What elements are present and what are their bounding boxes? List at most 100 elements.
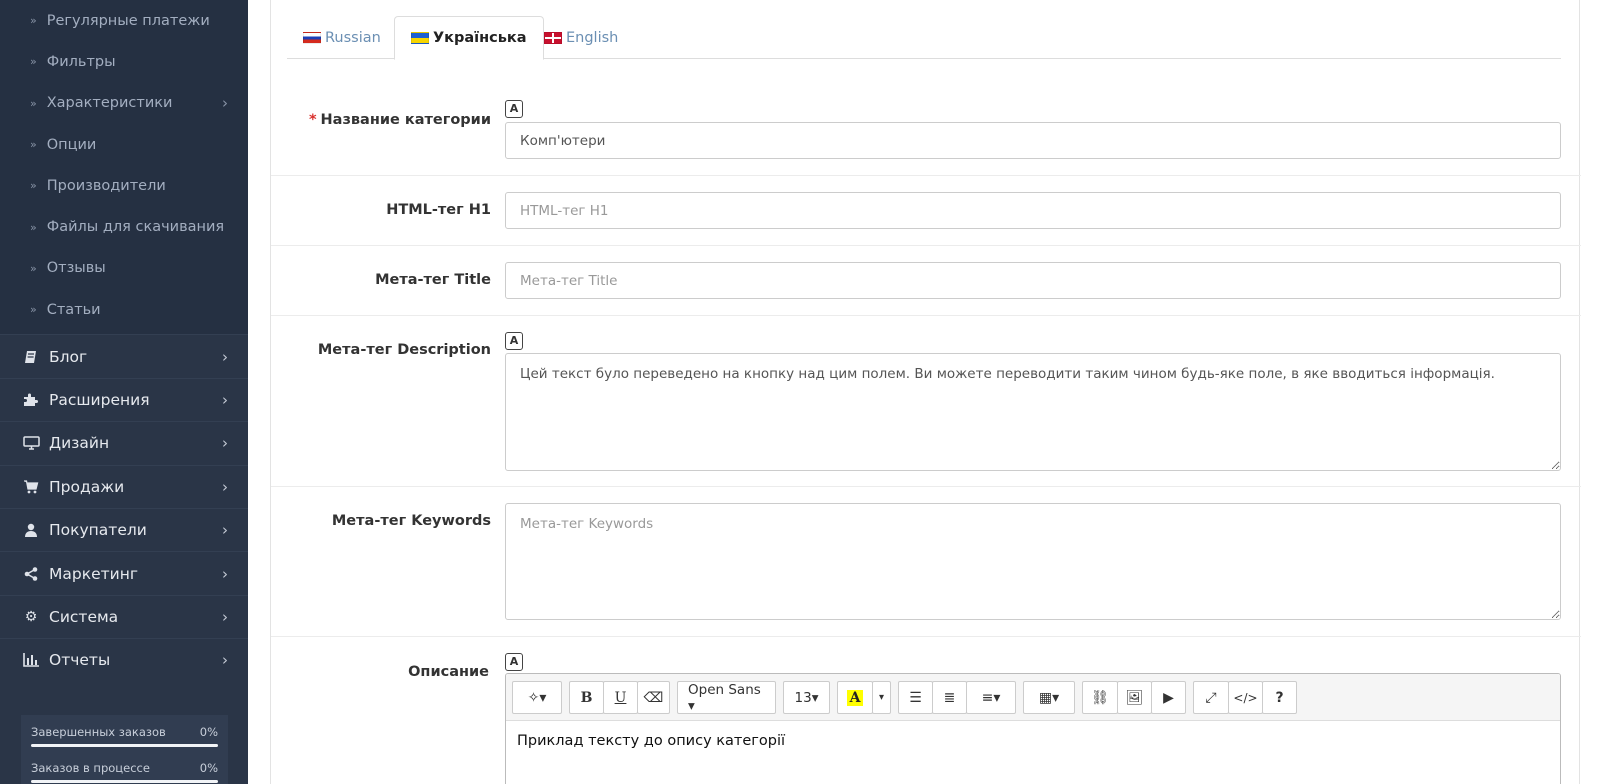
sidebar-item-attributes[interactable]: » Характеристики › bbox=[0, 83, 248, 124]
ordered-list-button[interactable]: ≣ bbox=[932, 681, 967, 714]
sidebar-item-sales[interactable]: Продажи › bbox=[0, 464, 248, 508]
sidebar-item-design[interactable]: Дизайн › bbox=[0, 421, 248, 464]
sidebar-item-blog[interactable]: Блог › bbox=[0, 334, 248, 377]
meta-title-input[interactable] bbox=[505, 262, 1561, 299]
meta-description-label: Мета-тег Description bbox=[317, 342, 491, 358]
sidebar-item-reviews[interactable]: » Отзывы bbox=[0, 248, 248, 289]
sidebar-item-system[interactable]: ⚙ Система › bbox=[0, 594, 248, 638]
ukraine-flag-icon bbox=[411, 32, 429, 44]
form-row-h1: HTML-тег H1 bbox=[271, 176, 1581, 246]
underline-button[interactable]: U bbox=[603, 681, 638, 714]
monitor-icon bbox=[20, 436, 42, 451]
meta-keywords-textarea[interactable] bbox=[505, 503, 1561, 620]
sidebar: » Регулярные платежи » Фильтры » Характерис… bbox=[0, 0, 248, 784]
font-size-dropdown[interactable]: 13▾ bbox=[783, 681, 830, 714]
sidebar-item-filters[interactable]: » Фильтры bbox=[0, 41, 248, 82]
table-button[interactable]: ▦▾ bbox=[1023, 681, 1075, 714]
required-marker: * bbox=[308, 112, 317, 128]
code-view-button[interactable]: </> bbox=[1228, 681, 1263, 714]
label-text: Название категории bbox=[320, 112, 491, 128]
video-button[interactable]: ▶ bbox=[1151, 681, 1186, 714]
tab-english[interactable]: English bbox=[528, 16, 634, 59]
font-family-dropdown[interactable]: Open Sans ▾ bbox=[677, 681, 776, 714]
progress-bar-processing bbox=[31, 780, 218, 783]
double-chevron-icon: » bbox=[30, 303, 37, 317]
sidebar-item-label: Отзывы bbox=[46, 260, 106, 277]
sidebar-item-articles[interactable]: » Статьи bbox=[0, 289, 248, 330]
book-icon bbox=[20, 350, 42, 364]
code-icon: </> bbox=[1233, 690, 1258, 705]
sidebar-item-label: Производители bbox=[46, 177, 166, 194]
text-color-button[interactable]: A bbox=[837, 681, 873, 714]
tab-label: English bbox=[566, 29, 619, 46]
editor-content[interactable]: Приклад тексту до опису категорії bbox=[506, 721, 1560, 761]
tab-ukrainian[interactable]: Українська bbox=[394, 16, 544, 60]
progress-label: Завершенных заказов bbox=[31, 725, 166, 739]
fullscreen-button[interactable]: ⤢ bbox=[1193, 681, 1229, 714]
category-form: Russian Українська English * Название кат… bbox=[270, 0, 1581, 784]
sidebar-item-label: Дизайн bbox=[49, 434, 110, 453]
gear-icon: ⚙ bbox=[24, 608, 38, 625]
share-icon bbox=[20, 566, 42, 581]
meta-description-textarea[interactable]: Цей текст було переведено на кнопку над … bbox=[505, 353, 1561, 471]
category-name-input[interactable] bbox=[505, 122, 1561, 159]
sidebar-item-label: Маркетинг bbox=[49, 564, 138, 583]
link-button[interactable]: ⛓ bbox=[1082, 681, 1118, 714]
progress-label: Заказов в процессе bbox=[31, 761, 150, 775]
sidebar-item-downloads[interactable]: » Файлы для скачивания bbox=[0, 206, 248, 247]
translate-icon[interactable]: A bbox=[505, 653, 523, 671]
double-chevron-icon: » bbox=[30, 138, 37, 152]
progress-bar-completed bbox=[31, 744, 218, 747]
h1-input[interactable] bbox=[505, 192, 1561, 229]
bold-icon: B bbox=[580, 689, 593, 706]
image-button[interactable]: 🖼 bbox=[1117, 681, 1152, 714]
video-icon: ▶ bbox=[1163, 689, 1174, 706]
link-icon: ⛓ bbox=[1091, 689, 1109, 706]
sidebar-item-label: Файлы для скачивания bbox=[46, 219, 225, 236]
progress-processing: Заказов в процессе 0% bbox=[31, 761, 218, 775]
sidebar-item-label: Опции bbox=[46, 136, 97, 153]
chevron-right-icon: › bbox=[222, 607, 228, 626]
expand-icon: ⤢ bbox=[1205, 689, 1217, 706]
bold-button[interactable]: B bbox=[569, 681, 604, 714]
editor-toolbar: ✧▾ B U ⌫ Open Sans ▾ 13▾ A ▾ ☰ ≣ ≡▾ ▦▾ ⛓… bbox=[506, 674, 1560, 721]
user-icon bbox=[20, 523, 42, 538]
sidebar-item-customers[interactable]: Покупатели › bbox=[0, 507, 248, 551]
caret-down-icon: ▾ bbox=[878, 692, 885, 703]
double-chevron-icon: » bbox=[30, 179, 37, 193]
question-icon: ? bbox=[1275, 689, 1284, 706]
chevron-right-icon: › bbox=[222, 94, 228, 113]
double-chevron-icon: » bbox=[30, 220, 37, 234]
color-dropdown-button[interactable]: ▾ bbox=[872, 681, 891, 714]
chevron-right-icon: › bbox=[222, 477, 228, 496]
sidebar-item-label: Блог bbox=[49, 347, 88, 366]
sidebar-item-extensions[interactable]: Расширения › bbox=[0, 377, 248, 421]
tab-russian[interactable]: Russian bbox=[287, 16, 397, 59]
unordered-list-button[interactable]: ☰ bbox=[898, 681, 933, 714]
sidebar-item-recurring-payments[interactable]: » Регулярные платежи bbox=[0, 0, 248, 41]
sidebar-item-reports[interactable]: Отчеты › bbox=[0, 638, 248, 681]
tab-label: Russian bbox=[325, 29, 381, 46]
translate-icon[interactable]: A bbox=[505, 100, 523, 118]
sidebar-item-label: Регулярные платежи bbox=[46, 12, 210, 29]
sidebar-item-options[interactable]: » Опции bbox=[0, 124, 248, 165]
double-chevron-icon: » bbox=[30, 261, 37, 275]
sidebar-item-manufacturers[interactable]: » Производители bbox=[0, 165, 248, 206]
sidebar-item-label: Фильтры bbox=[46, 53, 116, 70]
sidebar-item-label: Система bbox=[49, 607, 119, 626]
h1-label: HTML-тег H1 bbox=[386, 202, 491, 218]
image-icon: 🖼 bbox=[1125, 689, 1144, 706]
translate-icon[interactable]: A bbox=[505, 332, 523, 350]
sidebar-item-marketing[interactable]: Маркетинг › bbox=[0, 551, 248, 594]
clear-format-button[interactable]: ⌫ bbox=[637, 681, 670, 714]
style-wand-button[interactable]: ✧▾ bbox=[512, 681, 562, 714]
double-chevron-icon: » bbox=[30, 96, 37, 110]
puzzle-icon bbox=[20, 393, 42, 407]
meta-title-label: Мета-тег Title bbox=[375, 272, 491, 288]
paragraph-align-button[interactable]: ≡▾ bbox=[966, 681, 1016, 714]
table-icon: ▦▾ bbox=[1038, 689, 1060, 706]
meta-keywords-label: Мета-тег Keywords bbox=[331, 513, 491, 529]
bar-chart-icon bbox=[20, 653, 42, 668]
chevron-right-icon: › bbox=[222, 390, 228, 409]
help-button[interactable]: ? bbox=[1262, 681, 1297, 714]
